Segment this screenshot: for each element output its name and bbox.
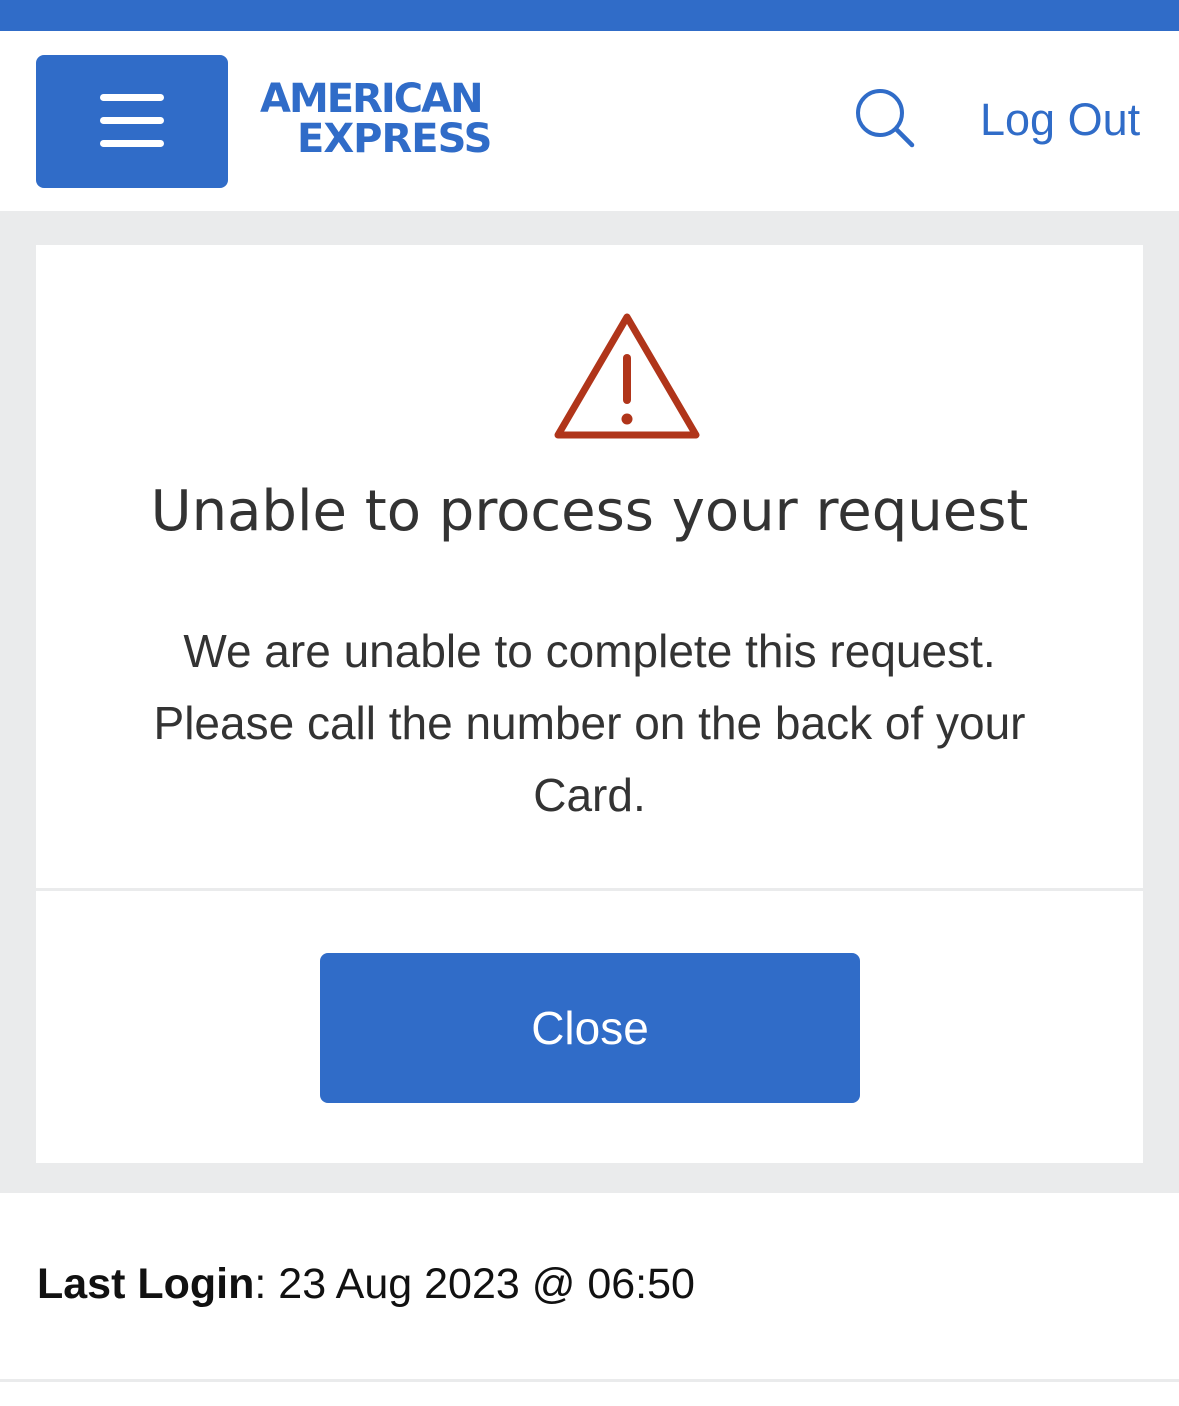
american-express-logo[interactable]: AMERICAN EXPRESS [258, 79, 530, 165]
dialog-divider [36, 888, 1143, 891]
logout-link[interactable]: Log Out [980, 97, 1140, 142]
last-login-value: 23 Aug 2023 @ 06:50 [278, 1260, 695, 1308]
logo-line-american: AMERICAN [260, 76, 484, 122]
search-icon[interactable] [852, 87, 918, 153]
footer: Last Login: 23 Aug 2023 @ 06:50 [0, 1193, 1179, 1406]
close-button[interactable]: Close [320, 953, 860, 1103]
footer-divider [0, 1379, 1179, 1382]
menu-button[interactable] [36, 55, 228, 188]
last-login-separator: : [254, 1260, 279, 1308]
error-dialog: Unable to process your request We are un… [36, 245, 1143, 1163]
header: AMERICAN EXPRESS Log Out [0, 31, 1179, 211]
last-login-label: Last Login [37, 1260, 255, 1308]
dialog-message: We are unable to complete this request. … [153, 625, 1026, 821]
warning-triangle-icon [554, 313, 700, 439]
last-login-info: Last Login: 23 Aug 2023 @ 06:50 [37, 1263, 695, 1306]
logo-line-express: EXPRESS [297, 116, 492, 162]
hamburger-menu-icon [100, 94, 164, 147]
top-accent-strip [0, 0, 1179, 31]
dialog-title: Unable to process your request [150, 479, 1029, 544]
content-area: Unable to process your request We are un… [0, 211, 1179, 1193]
